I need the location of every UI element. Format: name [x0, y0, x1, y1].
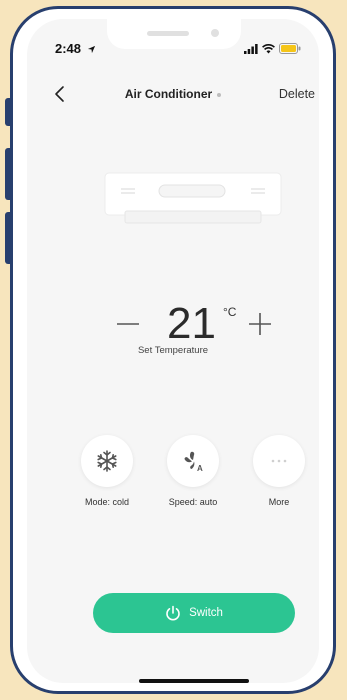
more-dots-icon — [271, 459, 287, 463]
svg-text:A: A — [197, 464, 203, 473]
increase-temperature-button[interactable] — [245, 309, 275, 339]
speaker-grille — [147, 31, 189, 36]
cellular-signal-icon — [244, 43, 258, 54]
power-switch-label: Switch — [189, 607, 223, 619]
temperature-label: Set Temperature — [137, 345, 209, 356]
more-label: More — [268, 497, 290, 507]
location-arrow-icon — [87, 45, 95, 54]
home-indicator[interactable] — [139, 679, 249, 683]
status-time-text: 2:48 — [55, 41, 82, 56]
wifi-icon — [262, 43, 275, 53]
power-icon — [166, 605, 180, 621]
page-title-text: Air Conditioner — [124, 87, 213, 101]
front-camera — [211, 29, 219, 37]
speed-label: Speed: auto — [168, 497, 218, 507]
snowflake-icon — [97, 450, 117, 472]
decrease-temperature-button[interactable] — [113, 309, 143, 339]
more-button[interactable] — [253, 435, 305, 487]
phone-frame: 2:48 Air Conditioner Delete 21 °C Set Te… — [10, 6, 336, 694]
air-conditioner-unit-icon — [104, 172, 282, 224]
status-time: 2:48 — [55, 41, 96, 56]
app-header: Air Conditioner Delete — [27, 83, 319, 107]
temperature-value: 21 — [167, 299, 216, 348]
status-icons — [244, 43, 301, 54]
temperature-unit: °C — [223, 305, 237, 319]
speed-button[interactable]: A — [167, 435, 219, 487]
mode-button[interactable] — [81, 435, 133, 487]
phone-notch — [107, 19, 241, 49]
power-switch-content: Switch — [93, 593, 295, 633]
fan-auto-icon: A — [184, 451, 203, 473]
plus-icon — [249, 313, 271, 335]
battery-icon — [279, 43, 301, 54]
power-switch-button[interactable]: Switch — [93, 593, 295, 633]
minus-icon — [117, 323, 139, 325]
app-screen: 2:48 Air Conditioner Delete 21 °C Set Te… — [27, 19, 319, 683]
mode-label: Mode: cold — [84, 497, 130, 507]
page-title: Air Conditioner — [27, 87, 319, 101]
delete-button[interactable]: Delete — [279, 87, 315, 101]
status-dot — [217, 92, 222, 97]
